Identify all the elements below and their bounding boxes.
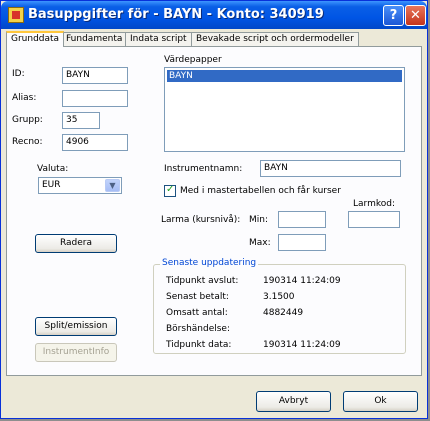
instrumentinfo-button[interactable]: InstrumentInfo [35, 343, 117, 362]
valuta-dropdown[interactable]: EUR ▼ [38, 177, 122, 194]
recno-field[interactable]: 4906 [62, 134, 128, 151]
alias-label: Alias: [12, 93, 37, 103]
larmkod-field[interactable] [348, 211, 400, 228]
grupp-label: Grupp: [12, 115, 43, 125]
tidpunkt-data-label: Tidpunkt data: [166, 340, 232, 350]
vardepapper-label: Värdepapper [164, 55, 222, 65]
tidpunkt-avslut-label: Tidpunkt avslut: [166, 276, 239, 286]
senaste-uppdatering-title: Senaste uppdatering [160, 258, 259, 268]
larmkod-label: Larmkod: [353, 199, 395, 209]
split-emission-button[interactable]: Split/emission [35, 317, 117, 336]
checkmark-icon: ✓ [166, 184, 175, 195]
borshandelse-label: Börshändelse: [166, 324, 231, 334]
min-label: Min: [249, 215, 269, 225]
valuta-label: Valuta: [37, 164, 69, 174]
tidpunkt-data-value: 190314 11:24:09 [263, 340, 341, 350]
senast-betalt-value: 3.1500 [263, 292, 295, 302]
larma-label: Larma (kursnivå): [161, 215, 241, 225]
alias-field[interactable] [62, 90, 128, 107]
cancel-button[interactable]: Avbryt [256, 391, 331, 412]
tab-grunddata[interactable]: Grunddata [6, 31, 65, 47]
ok-button[interactable]: Ok [343, 391, 418, 412]
info-row: Senast betalt: 3.1500 [166, 292, 295, 302]
window-title: Basuppgifter för - BAYN - Konto: 340919 [28, 7, 324, 22]
close-button[interactable]: ✕ [405, 5, 426, 26]
info-row: Börshändelse: [166, 324, 230, 334]
max-field[interactable] [278, 234, 326, 251]
list-item[interactable]: BAYN [167, 70, 402, 82]
radera-button[interactable]: Radera [35, 234, 117, 253]
id-label: ID: [12, 69, 25, 79]
instrumentnamn-label: Instrumentnamn: [164, 164, 243, 174]
tab-indata-script[interactable]: Indata script [125, 32, 192, 46]
recno-label: Recno: [12, 137, 43, 147]
grupp-field[interactable]: 35 [62, 112, 100, 129]
valuta-selected: EUR [42, 180, 61, 190]
min-field[interactable] [278, 211, 326, 228]
master-checkbox-label[interactable]: Med i mastertabellen och får kurser [180, 186, 341, 196]
info-row: Tidpunkt avslut: 190314 11:24:09 [166, 276, 341, 286]
dialog-window: Basuppgifter för - BAYN - Konto: 340919 … [0, 0, 428, 419]
master-checkbox[interactable]: ✓ [164, 184, 176, 197]
title-bar[interactable]: Basuppgifter för - BAYN - Konto: 340919 … [1, 1, 427, 29]
vardepapper-list[interactable]: BAYN [164, 67, 405, 152]
id-field[interactable]: BAYN [62, 67, 128, 84]
chevron-down-icon[interactable]: ▼ [105, 179, 120, 192]
help-button[interactable]: ? [383, 5, 404, 26]
tab-bevakade-script[interactable]: Bevakade script och ordermodeller [191, 32, 359, 46]
omsatt-antal-value: 4882449 [263, 308, 304, 318]
tidpunkt-avslut-value: 190314 11:24:09 [263, 276, 341, 286]
info-row: Omsatt antal: 4882449 [166, 308, 303, 318]
app-icon [8, 7, 24, 23]
tab-fundamenta[interactable]: Fundamenta [61, 32, 128, 46]
info-row: Tidpunkt data: 190314 11:24:09 [166, 340, 341, 350]
tab-panel-grunddata: ID: BAYN Alias: Grupp: 35 Recno: 4906 Va… [6, 46, 422, 376]
senaste-uppdatering-group: Senaste uppdatering Tidpunkt avslut: 190… [153, 258, 406, 354]
max-label: Max: [249, 238, 271, 248]
senast-betalt-label: Senast betalt: [166, 292, 229, 302]
omsatt-antal-label: Omsatt antal: [166, 308, 228, 318]
instrumentnamn-field[interactable]: BAYN [260, 160, 401, 177]
